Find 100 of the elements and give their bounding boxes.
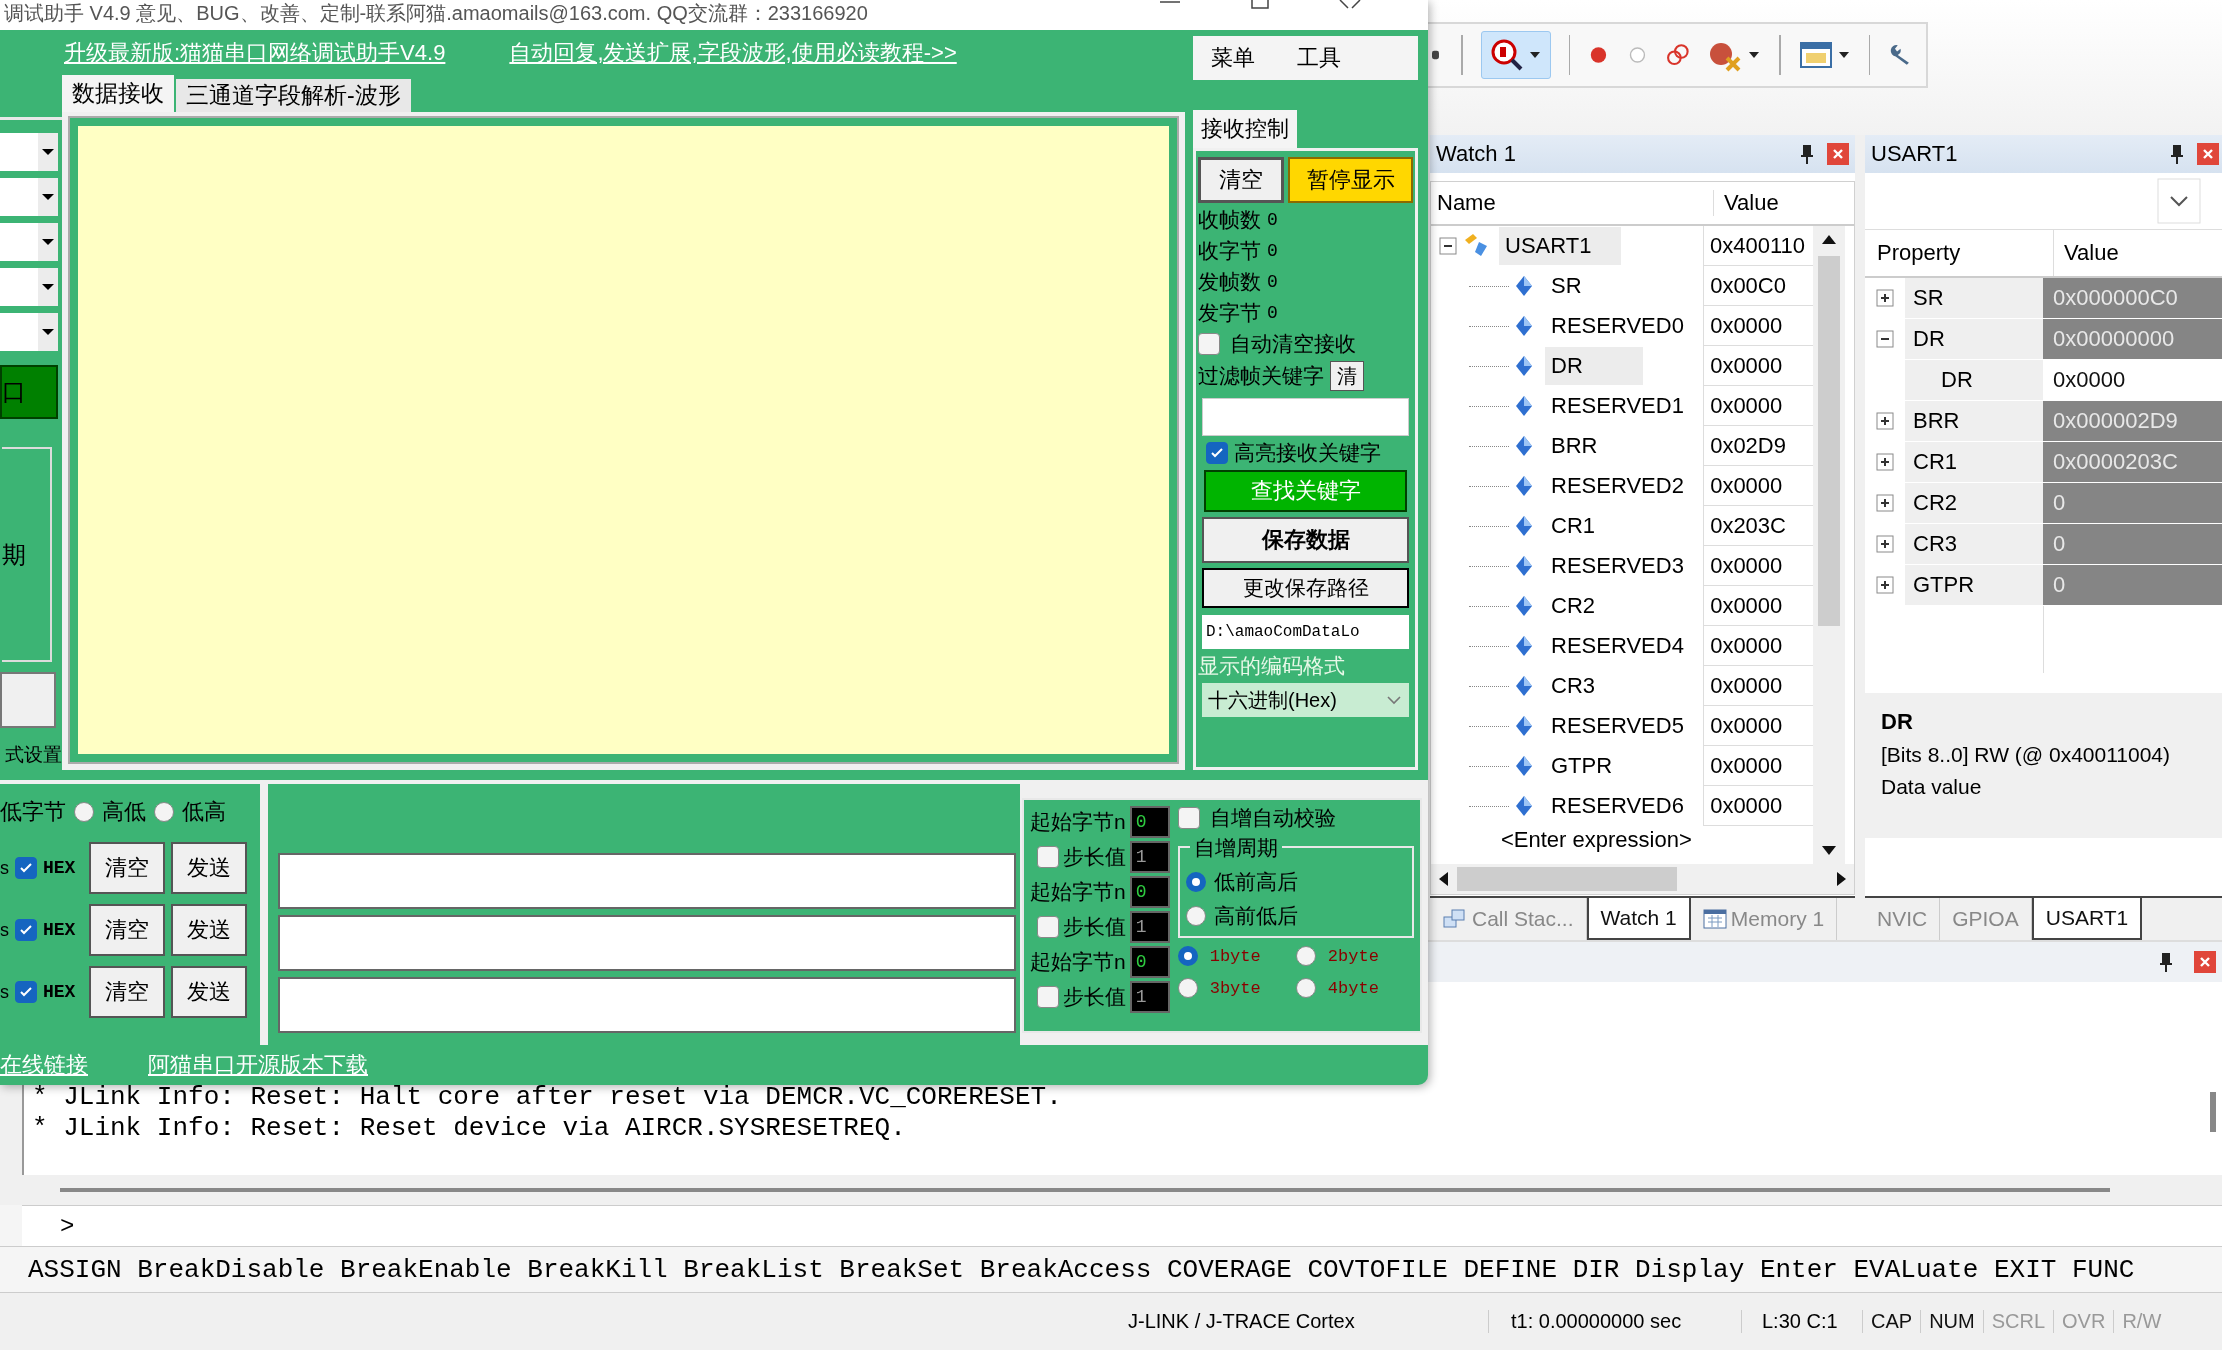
open-port-button[interactable]: 口 [0, 365, 58, 419]
start-byte-label: 起始字节n [1030, 948, 1126, 975]
add-expression-row[interactable]: <Enter expression> [1431, 826, 1692, 854]
tree-item[interactable]: CR1 [1545, 507, 1607, 545]
clear-filter-button[interactable]: 清 [1330, 361, 1364, 391]
column-header[interactable]: Name [1431, 190, 1714, 216]
path-field[interactable]: D:\amaoComDataLo [1202, 615, 1409, 649]
status-text: L:30 C:1 [1741, 1310, 1862, 1333]
property-value: 0x000002D9 [2043, 401, 2222, 441]
tree-item[interactable]: RESERVED6 [1545, 787, 1696, 825]
counter-value: 0 [1267, 241, 1278, 261]
counter-label: 发字节 [1198, 300, 1261, 326]
column-header[interactable]: Value [1714, 190, 1779, 216]
step-field[interactable]: 1 [1129, 910, 1170, 943]
clear-button[interactable]: 清空 [89, 966, 166, 1018]
radio-label: 4byte [1327, 978, 1379, 998]
status-indicator: SCRL [1982, 1310, 2054, 1333]
counter-value: 0 [1267, 210, 1278, 230]
counter-value: 0 [1267, 272, 1278, 292]
property-value: 0 [2043, 524, 2222, 564]
menu-item[interactable]: 工具 [1297, 43, 1341, 73]
description-title: DR [1881, 709, 1914, 735]
command-field[interactable]: > [22, 1205, 2222, 1246]
radio-label: 高低 [102, 798, 146, 826]
clear-button[interactable]: 清空 [89, 842, 166, 894]
counter-label: 收字节 [1198, 238, 1261, 264]
tree-item[interactable]: RESERVED4 [1545, 627, 1696, 665]
property-value: 0 [2043, 565, 2222, 605]
tree-item[interactable]: SR [1545, 267, 1594, 305]
radio-label: 低高 [182, 798, 226, 826]
tree-item[interactable]: RESERVED5 [1545, 707, 1696, 745]
send-button[interactable]: 发送 [171, 904, 248, 956]
counter-value: 0 [1267, 303, 1278, 323]
byte-order-label: 低字节 [0, 798, 66, 826]
encoding-dropdown[interactable]: 十六进制(Hex) [1202, 683, 1409, 717]
output-line: * JLink Info: Reset: Reset device via AIRCR.SYSRESETREQ. [32, 1113, 907, 1144]
status-indicator: OVR [2053, 1310, 2114, 1333]
start-byte-label: 起始字节n [1030, 878, 1126, 905]
counter-label: 发帧数 [1198, 269, 1261, 295]
property-name[interactable]: CR2 [1905, 483, 2043, 523]
property-value: 0x00000000 [2043, 319, 2222, 359]
counter-label: 收帧数 [1198, 207, 1261, 233]
tree-item[interactable]: GTPR [1545, 747, 1625, 785]
property-value: 0x000000C0 [2043, 278, 2222, 318]
tree-item[interactable]: CR3 [1545, 667, 1607, 705]
tree-item[interactable]: RESERVED2 [1545, 467, 1696, 505]
property-name[interactable]: BRR [1905, 401, 2043, 441]
hex-label: HEX [43, 982, 76, 1002]
pause-display-button[interactable]: 暂停显示 [1288, 157, 1413, 203]
column-header[interactable]: Value [2054, 240, 2119, 266]
property-name[interactable]: SR [1905, 278, 2043, 318]
clear-button[interactable]: 清空 [1198, 157, 1284, 203]
status-indicator: R/W [2113, 1310, 2170, 1333]
column-header[interactable]: Property [1865, 230, 2054, 276]
step-label: 步长值 [1062, 913, 1126, 940]
tree-item[interactable]: RESERVED3 [1545, 547, 1696, 585]
tab[interactable]: 数据接收 [62, 75, 174, 112]
panel-tab[interactable]: USART1 [2031, 898, 2143, 940]
tree-item[interactable]: DR [1545, 347, 1643, 385]
checkbox-label: 高亮接收关键字 [1234, 440, 1381, 466]
status-indicator: NUM [1920, 1310, 1983, 1333]
step-label: 步长值 [1062, 983, 1126, 1010]
tab[interactable]: 三通道字段解析-波形 [176, 79, 411, 112]
tree-item[interactable]: CR2 [1545, 587, 1607, 625]
step-field[interactable]: 1 [1129, 840, 1170, 873]
tab[interactable]: 接收控制 [1193, 110, 1297, 148]
step-field[interactable]: 1 [1129, 980, 1170, 1013]
tree-item[interactable]: BRR [1545, 427, 1610, 465]
send-button[interactable]: 发送 [171, 842, 248, 894]
start-byte-field[interactable]: 0 [1129, 875, 1170, 908]
tree-item[interactable]: RESERVED0 [1545, 307, 1696, 345]
encoding-label: 显示的编码格式 [1198, 653, 1346, 679]
menu-item[interactable]: 菜单 [1211, 43, 1255, 73]
panel-title: Watch 1 [1436, 141, 1516, 167]
change-path-button[interactable]: 更改保存路径 [1202, 568, 1409, 608]
filter-label: 过滤帧关键字 [1198, 363, 1324, 389]
output-line: * JLink Info: Reset: Halt core after reset via DEMCR.VC_CORERESET. [32, 1082, 1063, 1113]
send-button[interactable]: 发送 [171, 966, 248, 1018]
property-value: 0x0000203C [2043, 442, 2222, 482]
checkbox-label: 自动清空接收 [1230, 331, 1356, 357]
row-label: s [0, 919, 9, 941]
property-name[interactable]: DR [1905, 319, 2043, 359]
property-name[interactable]: DR [1905, 360, 2043, 400]
row-label: s [0, 981, 9, 1003]
property-name[interactable]: CR1 [1905, 442, 2043, 482]
start-byte-label: 起始字节n [1030, 808, 1126, 835]
panel-tab[interactable]: Watch 1 [1586, 898, 1691, 940]
tree-item[interactable]: RESERVED1 [1545, 387, 1696, 425]
radio-label: 1byte [1209, 946, 1261, 966]
status-text: t1: 0.00000000 sec [1488, 1310, 1741, 1333]
start-byte-field[interactable]: 0 [1129, 945, 1170, 978]
clear-button[interactable]: 清空 [89, 904, 166, 956]
property-name[interactable]: GTPR [1905, 565, 2043, 605]
property-name[interactable]: CR3 [1905, 524, 2043, 564]
radio-label: 3byte [1209, 978, 1261, 998]
description-text: Data value [1881, 775, 1983, 799]
tree-item[interactable]: USART1 [1499, 227, 1622, 265]
start-byte-field[interactable]: 0 [1129, 805, 1170, 838]
status-text: J-LINK / J-TRACE Cortex [1128, 1310, 1356, 1333]
save-data-button[interactable]: 保存数据 [1202, 517, 1409, 563]
